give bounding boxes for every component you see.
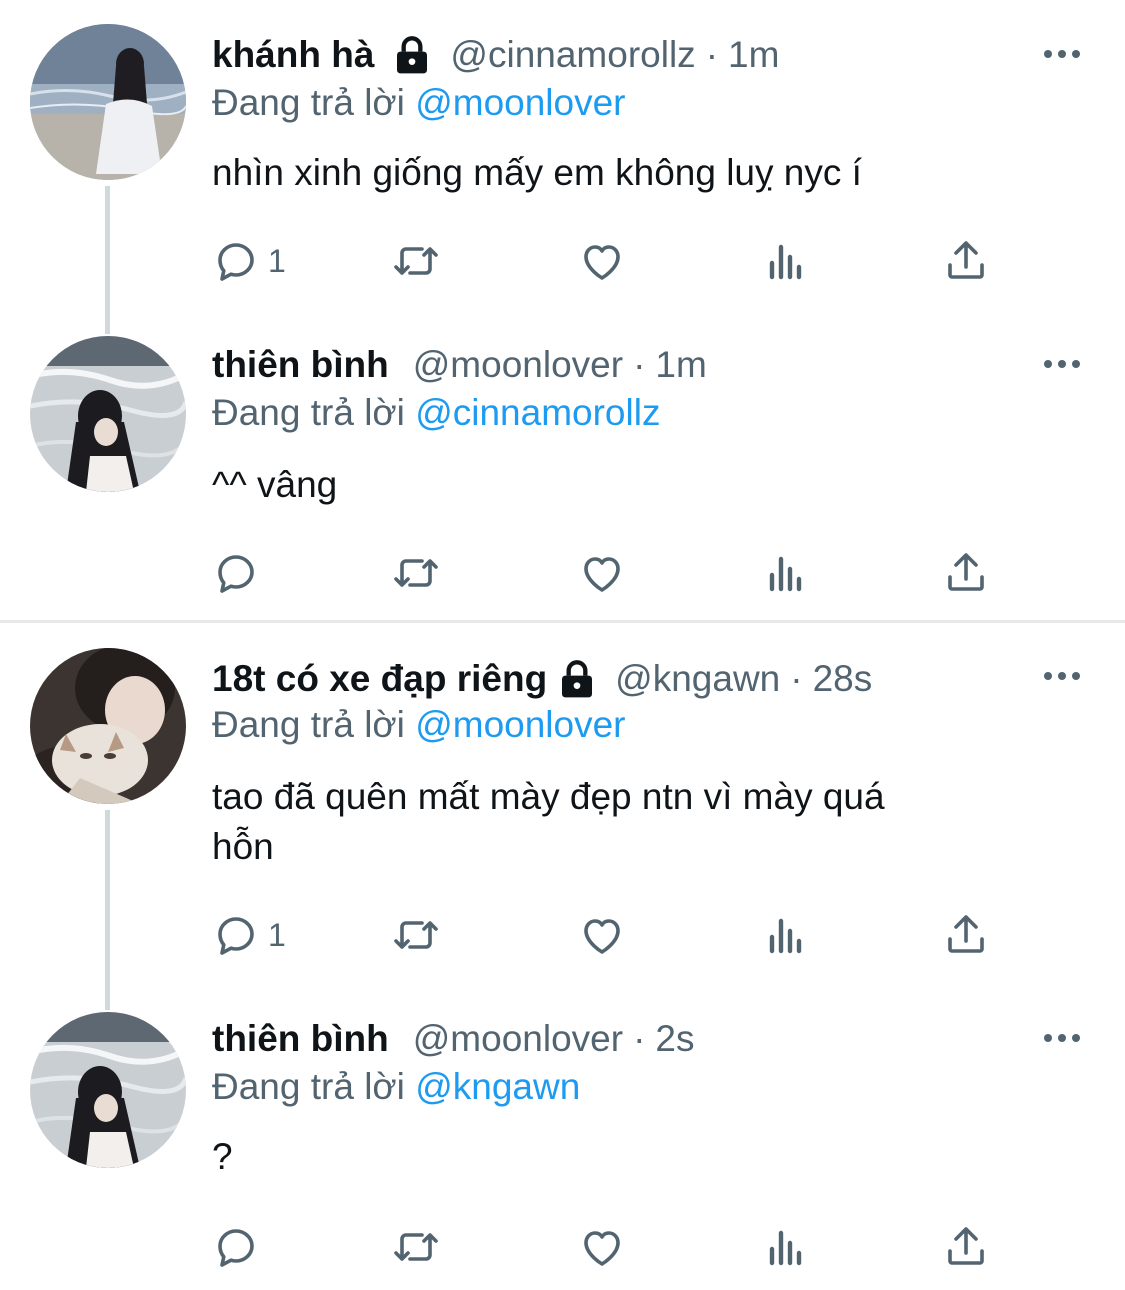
like-button[interactable] xyxy=(578,548,626,598)
separator: · xyxy=(790,658,803,699)
views-button[interactable] xyxy=(762,1222,810,1272)
share-button[interactable] xyxy=(942,910,990,960)
share-icon xyxy=(942,911,990,959)
retweet-button[interactable] xyxy=(392,236,440,286)
display-name[interactable]: 18t có xe đạp riêng xyxy=(212,658,547,700)
username[interactable]: @moonlover xyxy=(413,1018,623,1060)
reply-button[interactable] xyxy=(212,1222,260,1272)
retweet-icon xyxy=(392,1223,440,1271)
tweet[interactable]: khánh hà @cinnamorollz · 1m Đang trả lời… xyxy=(0,24,1125,310)
tweet-text: ^^ vâng xyxy=(212,464,338,505)
replying-prefix: Đang trả lời xyxy=(212,392,405,433)
retweet-icon xyxy=(392,237,440,285)
mention-link[interactable]: @moonlover xyxy=(415,704,625,745)
action-bar xyxy=(212,1222,1012,1272)
share-icon xyxy=(942,549,990,597)
username[interactable]: @cinnamorollz xyxy=(450,34,695,76)
more-options-icon[interactable] xyxy=(1040,354,1084,374)
username[interactable]: @moonlover xyxy=(413,344,623,386)
avatar[interactable] xyxy=(30,24,186,180)
replying-prefix: Đang trả lời xyxy=(212,1066,405,1107)
share-button[interactable] xyxy=(942,1222,990,1272)
avatar[interactable] xyxy=(30,1012,186,1168)
action-bar: 1 xyxy=(212,910,1012,960)
reply-button[interactable]: 1 xyxy=(212,236,286,286)
tweet[interactable]: thiên bình @moonlover · 1m Đang trả lời … xyxy=(0,336,1125,610)
tweet-text-line: tao đã quên mất mày đẹp ntn vì mày quá xyxy=(212,776,885,817)
views-icon xyxy=(762,237,810,285)
retweet-button[interactable] xyxy=(392,910,440,960)
heart-icon xyxy=(578,911,626,959)
tweet-text: tao đã quên mất mày đẹp ntn vì mày quá h… xyxy=(212,772,1062,872)
timestamp[interactable]: 1m xyxy=(728,34,779,76)
share-icon xyxy=(942,237,990,285)
views-button[interactable] xyxy=(762,236,810,286)
heart-icon xyxy=(578,237,626,285)
replying-to: Đang trả lời @moonlover xyxy=(212,704,626,746)
tweet-text-line: hỗn xyxy=(212,826,274,867)
like-button[interactable] xyxy=(578,236,626,286)
mention-link[interactable]: @cinnamorollz xyxy=(415,392,660,433)
reply-icon xyxy=(212,549,260,597)
separator: · xyxy=(705,34,719,75)
tweet-header: 18t có xe đạp riêng @kngawn · 28s xyxy=(212,654,872,704)
action-bar: 1 xyxy=(212,236,1012,286)
like-button[interactable] xyxy=(578,910,626,960)
share-icon xyxy=(942,1223,990,1271)
replying-prefix: Đang trả lời xyxy=(212,82,405,123)
views-button[interactable] xyxy=(762,910,810,960)
reply-count: 1 xyxy=(268,242,286,279)
separator: · xyxy=(633,1018,646,1059)
replying-to: Đang trả lời @kngawn xyxy=(212,1066,580,1108)
lock-icon xyxy=(392,35,432,75)
reply-icon xyxy=(212,911,260,959)
tweet-header: thiên bình @moonlover · 2s xyxy=(212,1014,694,1064)
tweet[interactable]: 18t có xe đạp riêng @kngawn · 28s Đang t… xyxy=(0,648,1125,974)
lock-icon xyxy=(557,659,597,699)
retweet-icon xyxy=(392,911,440,959)
heart-icon xyxy=(578,549,626,597)
reply-icon xyxy=(212,237,260,285)
retweet-icon xyxy=(392,549,440,597)
avatar[interactable] xyxy=(30,336,186,492)
views-icon xyxy=(762,911,810,959)
retweet-button[interactable] xyxy=(392,548,440,598)
display-name[interactable]: thiên bình xyxy=(212,344,389,386)
reply-icon xyxy=(212,1223,260,1271)
more-options-icon[interactable] xyxy=(1040,44,1084,64)
more-options-icon[interactable] xyxy=(1040,1028,1084,1048)
retweet-button[interactable] xyxy=(392,1222,440,1272)
tweet-header: khánh hà @cinnamorollz · 1m xyxy=(212,30,779,80)
reply-button[interactable]: 1 xyxy=(212,910,286,960)
reply-count: 1 xyxy=(268,916,286,953)
username[interactable]: @kngawn xyxy=(615,658,780,700)
share-button[interactable] xyxy=(942,548,990,598)
display-name[interactable]: khánh hà xyxy=(212,34,374,76)
tweet-text: nhìn xinh giống mấy em không luỵ nyc í xyxy=(212,152,862,193)
mention-link[interactable]: @moonlover xyxy=(415,82,625,123)
display-name[interactable]: thiên bình xyxy=(212,1018,389,1060)
timestamp[interactable]: 2s xyxy=(655,1018,694,1060)
replying-prefix: Đang trả lời xyxy=(212,704,405,745)
tweet-header: thiên bình @moonlover · 1m xyxy=(212,340,707,390)
timestamp[interactable]: 1m xyxy=(655,344,706,386)
timestamp[interactable]: 28s xyxy=(813,658,873,700)
views-icon xyxy=(762,1223,810,1271)
more-options-icon[interactable] xyxy=(1040,666,1084,686)
reply-button[interactable] xyxy=(212,548,260,598)
tweet-text: ? xyxy=(212,1136,233,1177)
mention-link[interactable]: @kngawn xyxy=(415,1066,580,1107)
tweet[interactable]: thiên bình @moonlover · 2s Đang trả lời … xyxy=(0,1012,1125,1284)
replying-to: Đang trả lời @cinnamorollz xyxy=(212,392,660,434)
action-bar xyxy=(212,548,1012,598)
views-button[interactable] xyxy=(762,548,810,598)
avatar[interactable] xyxy=(30,648,186,804)
like-button[interactable] xyxy=(578,1222,626,1272)
heart-icon xyxy=(578,1223,626,1271)
thread-divider xyxy=(0,620,1125,623)
replying-to: Đang trả lời @moonlover xyxy=(212,82,626,124)
views-icon xyxy=(762,549,810,597)
separator: · xyxy=(633,344,646,385)
share-button[interactable] xyxy=(942,236,990,286)
